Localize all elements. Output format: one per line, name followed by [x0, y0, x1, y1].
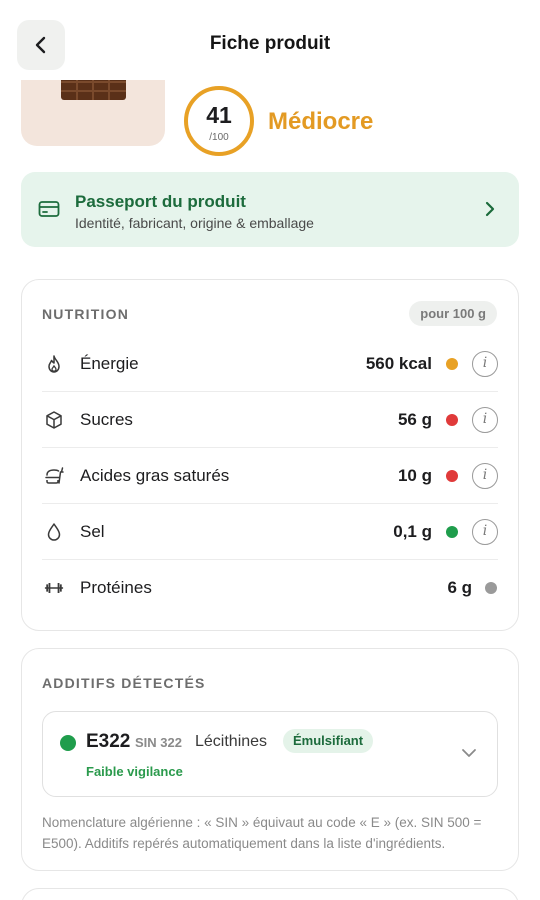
info-button[interactable]: i	[472, 407, 498, 433]
status-dot	[485, 582, 497, 594]
score-max: /100	[209, 132, 229, 143]
info-button[interactable]: i	[472, 463, 498, 489]
passport-subtitle: Identité, fabricant, origine & emballage	[75, 215, 314, 231]
additive-sin-code: SIN 322	[135, 735, 182, 750]
vigilance-label: Faible vigilance	[86, 764, 183, 779]
product-passport-button[interactable]: Passeport du produit Identité, fabricant…	[21, 172, 519, 247]
nutrition-heading: NUTRITION	[42, 306, 130, 322]
header: Fiche produit	[0, 0, 540, 80]
cube-icon	[46, 411, 62, 429]
product-image	[21, 72, 165, 146]
burger-icon	[45, 467, 64, 484]
additive-item[interactable]: E322 SIN 322 Lécithines Émulsifiant Faib…	[42, 711, 498, 797]
score-ring: 41 /100	[184, 86, 254, 156]
additives-card: ADDITIFS DÉTECTÉS E322 SIN 322 Lécithine…	[21, 648, 519, 871]
next-card	[21, 888, 519, 900]
nutrient-value: 56 g	[397, 410, 432, 429]
additives-heading: ADDITIFS DÉTECTÉS	[42, 675, 206, 691]
info-button[interactable]: i	[472, 351, 498, 377]
card-icon	[38, 201, 60, 217]
nutrition-card: NUTRITION pour 100 g Énergie 560 kcal i …	[21, 279, 519, 631]
status-dot	[446, 414, 458, 426]
nutrition-row-sucres: Sucres 56 g i	[42, 392, 498, 448]
chevron-down-icon[interactable]	[461, 747, 477, 759]
additive-code: E322	[86, 731, 131, 752]
nutrient-label: Énergie	[80, 354, 139, 373]
additives-note: Nomenclature algérienne : « SIN » équiva…	[42, 815, 482, 851]
nutrient-label: Sel	[80, 522, 105, 541]
nutrition-row-energie: Énergie 560 kcal i	[42, 336, 498, 392]
nutrient-value: 10 g	[397, 466, 432, 485]
per-100g-badge: pour 100 g	[409, 301, 497, 326]
chevron-right-icon	[485, 201, 495, 217]
status-dot	[446, 526, 458, 538]
info-button[interactable]: i	[472, 519, 498, 545]
flame-icon	[48, 355, 60, 373]
nutrient-label: Acides gras saturés	[80, 466, 230, 485]
nutrient-value: 0,1 g	[393, 522, 432, 541]
passport-title: Passeport du produit	[75, 192, 246, 211]
score-value: 41	[206, 102, 232, 128]
nutrition-row-sel: Sel 0,1 g i	[42, 504, 498, 560]
dumbbell-icon	[44, 583, 64, 593]
status-dot	[60, 735, 76, 751]
page-title: Fiche produit	[209, 33, 331, 54]
status-dot	[446, 358, 458, 370]
status-dot	[446, 470, 458, 482]
nutrition-row-proteines: Protéines 6 g	[42, 560, 498, 616]
score-label: Médiocre	[268, 108, 374, 135]
nutrient-value: 6 g	[447, 578, 472, 597]
nutrition-row-acides-gras: Acides gras saturés 10 g i	[42, 448, 498, 504]
nutrient-label: Sucres	[80, 410, 133, 429]
additive-name: Lécithines	[195, 733, 268, 750]
nutrient-label: Protéines	[80, 578, 152, 597]
nutrient-value: 560 kcal	[365, 354, 432, 373]
additive-function-tag: Émulsifiant	[283, 729, 374, 753]
drop-icon	[47, 523, 61, 541]
